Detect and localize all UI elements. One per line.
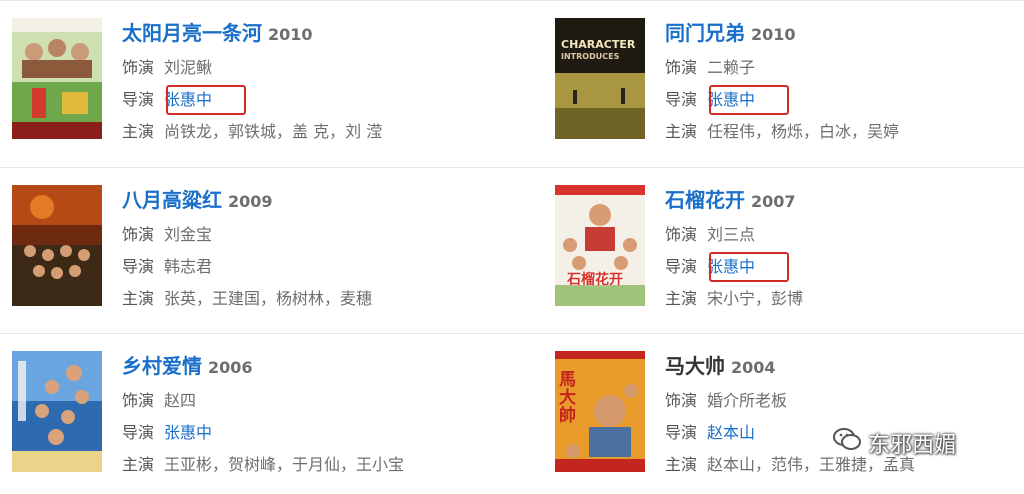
cast-label: 饰演 <box>665 391 698 410</box>
director-link[interactable]: 赵本山 <box>707 423 755 442</box>
poster-image <box>12 18 102 139</box>
stars-label: 主演 <box>665 289 698 308</box>
top-divider <box>0 0 1024 1</box>
poster-image <box>12 351 102 472</box>
film-poster[interactable] <box>12 351 102 472</box>
film-title[interactable]: 同门兄弟 <box>665 21 745 45</box>
cast-value: 赵四 <box>164 391 197 410</box>
stars-label: 主演 <box>122 122 155 141</box>
director-label: 导演 <box>665 90 698 109</box>
highlight-box <box>709 85 789 115</box>
film-card: 太阳月亮一条河 2010 饰演 刘泥鳅 导演 张惠中 主演 尚铁龙，郭铁城，盖 克，刘 … <box>12 18 512 143</box>
row-divider <box>0 167 1024 168</box>
highlight-box <box>166 85 246 115</box>
film-card: 石榴花开 石榴花开 2007 饰演 刘三点 导演 张惠中 主演 宋小宁，彭博 <box>555 185 1024 310</box>
director-label: 导演 <box>122 423 155 442</box>
poster-text: 馬大帥 <box>559 370 576 426</box>
film-year: 2006 <box>208 358 253 377</box>
film-poster[interactable] <box>12 185 102 306</box>
cast-value: 刘金宝 <box>164 225 213 244</box>
wechat-icon <box>832 426 862 466</box>
film-title[interactable]: 石榴花开 <box>665 188 745 212</box>
poster-text: 石榴花开 <box>567 272 623 288</box>
cast-label: 饰演 <box>665 225 698 244</box>
director-label: 导演 <box>122 90 155 109</box>
stars-label: 主演 <box>122 289 155 308</box>
cast-value: 刘泥鳅 <box>164 58 213 77</box>
film-title[interactable]: 八月高粱红 <box>122 188 222 212</box>
film-poster[interactable]: 馬大帥 <box>555 351 645 472</box>
stars-label: 主演 <box>665 122 698 141</box>
director-label: 导演 <box>665 257 698 276</box>
film-year: 2010 <box>751 25 796 44</box>
stars-value: 张英，王建国，杨树林，麦穗 <box>164 289 373 308</box>
highlight-box <box>709 252 789 282</box>
film-year: 2004 <box>731 358 776 377</box>
poster-text: CHARACTER <box>561 38 636 51</box>
director-link[interactable]: 张惠中 <box>164 423 212 442</box>
stars-value: 王亚彬，贺树峰，于月仙，王小宝 <box>164 455 405 474</box>
film-year: 2009 <box>228 192 273 211</box>
poster-image <box>555 18 645 139</box>
cast-value: 二赖子 <box>707 58 756 77</box>
film-title[interactable]: 太阳月亮一条河 <box>122 21 262 45</box>
director-label: 导演 <box>665 423 698 442</box>
poster-image <box>12 185 102 306</box>
cast-label: 饰演 <box>122 225 155 244</box>
watermark: 东邪西媚 <box>832 426 956 466</box>
row-divider <box>0 333 1024 334</box>
stars-value: 任程伟，杨烁，白冰，吴婷 <box>707 122 900 141</box>
film-card: 乡村爱情 2006 饰演 赵四 导演 张惠中 主演 王亚彬，贺树峰，于月仙，王小宝 <box>12 351 512 476</box>
poster-text: INTRODUCES <box>561 52 620 61</box>
watermark-text: 东邪西媚 <box>868 433 957 458</box>
stars-value: 尚铁龙，郭铁城，盖 克，刘 滢 <box>164 122 383 141</box>
director-label: 导演 <box>122 257 155 276</box>
film-card: CHARACTER INTRODUCES 同门兄弟 2010 饰演 二赖子 导演 张惠… <box>555 18 1024 143</box>
cast-label: 饰演 <box>122 391 155 410</box>
film-title[interactable]: 马大帅 <box>665 354 725 378</box>
cast-value: 刘三点 <box>707 225 756 244</box>
film-poster[interactable]: CHARACTER INTRODUCES <box>555 18 645 139</box>
film-title[interactable]: 乡村爱情 <box>122 354 202 378</box>
film-year: 2007 <box>751 192 796 211</box>
film-year: 2010 <box>268 25 313 44</box>
cast-label: 饰演 <box>665 58 698 77</box>
stars-label: 主演 <box>122 455 155 474</box>
stars-value: 宋小宁，彭博 <box>707 289 804 308</box>
director-value: 韩志君 <box>164 257 213 276</box>
cast-value: 婚介所老板 <box>707 391 788 410</box>
stars-label: 主演 <box>665 455 698 474</box>
cast-label: 饰演 <box>122 58 155 77</box>
film-card: 八月高粱红 2009 饰演 刘金宝 导演 韩志君 主演 张英，王建国，杨树林，麦穗 <box>12 185 512 310</box>
film-poster[interactable]: 石榴花开 <box>555 185 645 306</box>
film-poster[interactable] <box>12 18 102 139</box>
